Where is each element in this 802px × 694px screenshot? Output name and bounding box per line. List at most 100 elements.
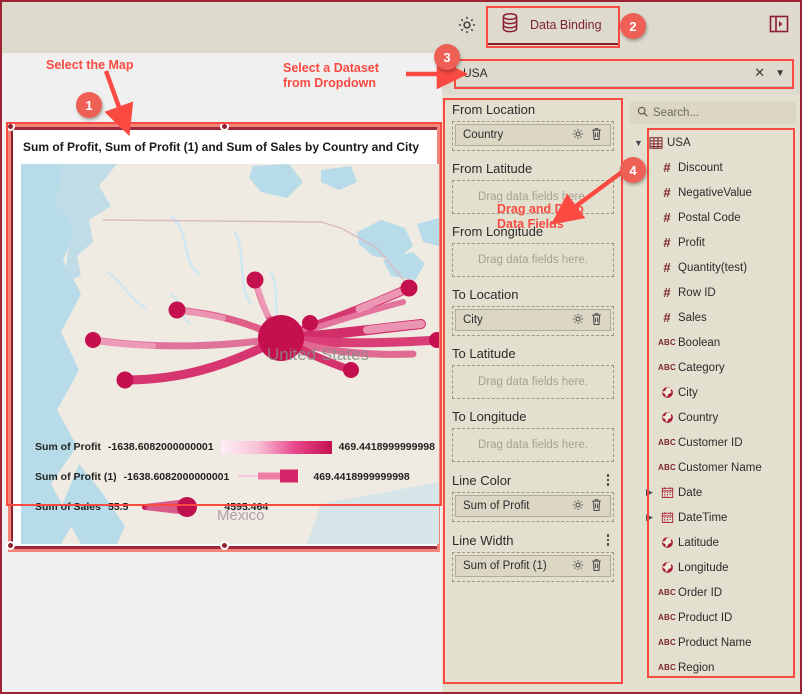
close-icon[interactable]: ✕ <box>754 65 765 81</box>
legend-title: Sum of Profit (1) <box>35 471 117 483</box>
field-item-sales[interactable]: # Sales <box>630 305 796 330</box>
field-item-discount[interactable]: # Discount <box>630 155 796 180</box>
text-field-icon: ABC <box>658 338 676 347</box>
tab-data-binding[interactable]: Data Binding <box>488 7 618 45</box>
field-pill-country[interactable]: Country <box>455 124 611 146</box>
text-field-icon: ABC <box>658 663 676 672</box>
field-pill-label: Sum of Profit (1) <box>463 560 547 572</box>
field-item-latitude[interactable]: Latitude <box>630 530 796 555</box>
field-pill-label: Country <box>463 129 504 141</box>
search-input[interactable]: Search... <box>630 102 796 124</box>
more-options-icon[interactable] <box>602 472 614 488</box>
map-visualization[interactable]: United States México Sum of Profit -1638… <box>21 164 439 544</box>
legend-row: Sum of Sales 55.5 4595.464 <box>35 492 435 522</box>
field-item-city[interactable]: City <box>630 380 796 405</box>
field-item-boolean[interactable]: ABC Boolean <box>630 330 796 355</box>
field-pill-city[interactable]: City <box>455 309 611 331</box>
shelf-label: To Longitude <box>452 409 527 424</box>
geo-field-icon <box>656 386 678 399</box>
field-pill-label: Sum of Profit <box>463 500 530 512</box>
resize-handle-top-center[interactable] <box>220 122 229 131</box>
resize-handle-bottom-left[interactable] <box>6 541 15 550</box>
field-item-datetime[interactable]: ▶ DateTime <box>630 505 796 530</box>
chevron-right-icon[interactable]: ▶ <box>643 487 656 498</box>
field-item-category[interactable]: ABC Category <box>630 355 796 380</box>
shelf-header-from-location: From Location <box>452 102 614 117</box>
field-item-row-id[interactable]: # Row ID <box>630 280 796 305</box>
dropzone-line-color[interactable]: Sum of Profit <box>452 492 614 522</box>
field-item-label: Quantity(test) <box>678 261 748 274</box>
field-item-label: Order ID <box>678 586 723 599</box>
annotation-badge-1: 1 <box>76 92 102 118</box>
field-pill-sum-of-profit[interactable]: Sum of Profit <box>455 495 611 517</box>
annotation-badge-2: 2 <box>620 13 646 39</box>
field-item-negativevalue[interactable]: # NegativeValue <box>630 180 796 205</box>
chevron-down-icon[interactable]: ▼ <box>775 68 785 79</box>
field-item-longitude[interactable]: Longitude <box>630 555 796 580</box>
field-item-profit[interactable]: # Profit <box>630 230 796 255</box>
gear-icon[interactable] <box>571 312 587 328</box>
field-item-label: Postal Code <box>678 211 741 224</box>
panel-expand-icon[interactable] <box>768 13 790 35</box>
field-item-postal-code[interactable]: # Postal Code <box>630 205 796 230</box>
legend-size-ramp <box>135 497 217 517</box>
dataset-dropdown-value: USA <box>463 66 488 80</box>
chevron-right-icon[interactable]: ▶ <box>643 512 656 523</box>
field-item-order-id[interactable]: ABC Order ID <box>630 580 796 605</box>
field-item-label: Longitude <box>678 561 729 574</box>
dropzone-to-latitude[interactable]: Drag data fields here. <box>452 365 614 399</box>
legend-row: Sum of Profit -1638.6082000000001 469.44… <box>35 432 435 462</box>
field-item-label: City <box>678 386 698 399</box>
design-canvas[interactable]: Sum of Profit, Sum of Profit (1) and Sum… <box>2 48 442 692</box>
map-label-united-states: United States <box>267 345 369 364</box>
delete-icon[interactable] <box>590 558 606 574</box>
field-item-region[interactable]: ABC Region <box>630 655 796 680</box>
dropzone-line-width[interactable]: Sum of Profit (1) <box>452 552 614 582</box>
canvas-top-strip <box>2 48 442 53</box>
numeric-field-icon: # <box>663 210 671 225</box>
shelf-header-from-latitude: From Latitude <box>452 161 614 176</box>
more-options-icon[interactable] <box>602 532 614 548</box>
annotation-badge-3: 3 <box>434 44 460 70</box>
field-item-customer-id[interactable]: ABC Customer ID <box>630 430 796 455</box>
text-field-icon: ABC <box>658 463 676 472</box>
map-widget-selected[interactable]: Sum of Profit, Sum of Profit (1) and Sum… <box>6 122 440 552</box>
tree-node-usa[interactable]: ▼ USA <box>630 130 796 155</box>
delete-icon[interactable] <box>590 498 606 514</box>
field-item-label: Profit <box>678 236 705 249</box>
field-item-country[interactable]: Country <box>630 405 796 430</box>
gear-icon[interactable] <box>571 127 587 143</box>
dropzone-to-longitude[interactable]: Drag data fields here. <box>452 428 614 462</box>
numeric-field-icon: # <box>663 310 671 325</box>
field-pill-sum-of-profit-1[interactable]: Sum of Profit (1) <box>455 555 611 577</box>
gear-icon[interactable] <box>571 558 587 574</box>
field-item-label: Customer ID <box>678 436 743 449</box>
numeric-field-icon: # <box>663 285 671 300</box>
legend-min: -1638.6082000000001 <box>107 441 214 453</box>
field-item-customer-name[interactable]: ABC Customer Name <box>630 455 796 480</box>
dataset-dropdown[interactable]: USA ✕ ▼ <box>454 59 794 87</box>
resize-handle-top-left[interactable] <box>6 122 15 131</box>
field-item-product-name[interactable]: ABC Product Name <box>630 630 796 655</box>
search-placeholder: Search... <box>653 107 700 119</box>
geo-field-icon <box>656 561 678 574</box>
delete-icon[interactable] <box>590 312 606 328</box>
dropzone-to-location[interactable]: City <box>452 306 614 336</box>
page-title: Sum of Profit, Sum of Profit (1) and Sum… <box>23 140 420 154</box>
field-item-label: Latitude <box>678 536 719 549</box>
field-item-quantity-test[interactable]: # Quantity(test) <box>630 255 796 280</box>
delete-icon[interactable] <box>590 127 606 143</box>
gear-icon[interactable] <box>452 10 482 40</box>
gear-icon[interactable] <box>571 498 587 514</box>
dropzone-from-location[interactable]: Country <box>452 121 614 151</box>
chevron-down-icon[interactable]: ▼ <box>632 138 645 148</box>
map-widget[interactable]: Sum of Profit, Sum of Profit (1) and Sum… <box>11 127 439 549</box>
resize-handle-bottom-center[interactable] <box>220 541 229 550</box>
field-item-label: Product ID <box>678 611 733 624</box>
legend-max: 469.4418999999998 <box>313 471 410 483</box>
field-item-date[interactable]: ▶ Date <box>630 480 796 505</box>
field-item-product-id[interactable]: ABC Product ID <box>630 605 796 630</box>
annotation-label-3: Select a Dataset from Dropdown <box>283 61 379 90</box>
dropzone-from-longitude[interactable]: Drag data fields here. <box>452 243 614 277</box>
legend-color-gradient <box>220 440 332 454</box>
